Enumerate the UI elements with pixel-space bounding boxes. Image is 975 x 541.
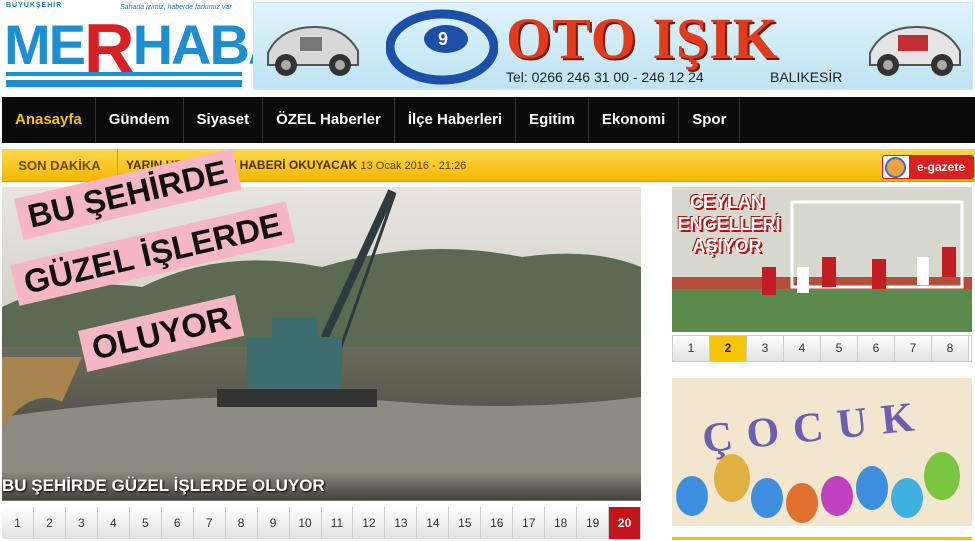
divider (672, 537, 972, 540)
main-navigation: Anasayfa Gündem Siyaset ÖZEL Haberler İlçe H… (2, 97, 975, 143)
page-button[interactable]: 16 (481, 507, 514, 539)
side-overlay-line: CEYLAN (689, 192, 764, 212)
egazete-button[interactable]: e-gazete (882, 155, 974, 179)
nav-item-5[interactable]: Egitim (516, 97, 589, 143)
page-button[interactable]: 3 (65, 507, 98, 539)
page-button[interactable]: 5 (821, 336, 858, 361)
nav-item-6[interactable]: Ekonomi (589, 97, 680, 143)
nav-item-1[interactable]: Gündem (96, 97, 184, 143)
page-button[interactable]: 17 (513, 507, 546, 539)
page-button[interactable]: 10 (289, 507, 322, 539)
nav-item-4[interactable]: İlçe Haberleri (395, 97, 517, 143)
side-overlay-line: AŞIYOR (692, 236, 762, 256)
brand-swirl-icon: 9 (386, 9, 498, 85)
site-logo[interactable]: BÜYÜKŞEHİR Sahada izimiz, haberde farkım… (2, 2, 288, 90)
svg-text:9: 9 (438, 29, 448, 49)
page-button[interactable]: 2 (710, 336, 747, 361)
cocuk-banner[interactable]: ÇOCUK (672, 378, 972, 526)
page-button[interactable]: 1 (2, 507, 34, 539)
breaking-news-date: 13 Ocak 2016 - 21:26 (360, 160, 467, 172)
page-button[interactable]: 20 (609, 507, 642, 539)
logo-wordmark: MERHABA (4, 9, 288, 87)
car-engine-illustration (869, 25, 961, 76)
egazete-mascot-icon (885, 157, 906, 178)
page-button[interactable]: 2 (33, 507, 66, 539)
page-button[interactable]: 14 (417, 507, 450, 539)
side-slider-pagination: 12345678 (672, 335, 972, 362)
side-slider-image[interactable]: CEYLAN ENGELLERİ AŞIYOR (672, 187, 972, 332)
nav-item-2[interactable]: Siyaset (184, 97, 264, 143)
page-button[interactable]: 8 (225, 507, 258, 539)
page-button[interactable]: 7 (895, 336, 932, 361)
logo-stripe (6, 72, 242, 76)
side-overlay-line: ENGELLERİ (677, 214, 781, 234)
nav-item-7[interactable]: Spor (679, 97, 741, 143)
logo-stripe (6, 80, 242, 87)
breaking-news-label: SON DAKİKA (2, 149, 118, 182)
page-button[interactable]: 4 (97, 507, 130, 539)
page-button[interactable]: 15 (449, 507, 482, 539)
headline-caption[interactable]: BU ŞEHİRDE GÜZEL İŞLERDE OLUYOR (2, 471, 641, 501)
page-button[interactable]: 1 (673, 336, 710, 361)
nav-item-3[interactable]: ÖZEL Haberler (263, 97, 395, 143)
page-button[interactable]: 7 (193, 507, 226, 539)
children-hands-illustration: ÇOCUK (672, 378, 972, 526)
page-button[interactable]: 12 (353, 507, 386, 539)
page-button[interactable]: 13 (385, 507, 418, 539)
page-button[interactable]: 9 (257, 507, 290, 539)
page-button[interactable]: 11 (321, 507, 354, 539)
nav-item-0[interactable]: Anasayfa (2, 97, 96, 143)
page-button[interactable]: 4 (784, 336, 821, 361)
ad-banner[interactable]: 9 OTO IŞIK Tel: 0266 246 31 00 - 246 12 … (253, 2, 973, 90)
page-button[interactable]: 5 (129, 507, 162, 539)
banner-phone: Tel: 0266 246 31 00 - 246 12 24 (506, 69, 704, 85)
car-engine-illustration (267, 25, 359, 76)
page-button[interactable]: 19 (577, 507, 610, 539)
headline-pagination: 1 2 3 4 5 6 7 8 9 10 11 12 13 14 15 16 17 18 19 20 (2, 507, 642, 539)
page-button[interactable]: 6 (161, 507, 194, 539)
page-button[interactable]: 6 (858, 336, 895, 361)
banner-city: BALIKESİR (770, 69, 843, 85)
banner-brand: OTO IŞIK (506, 6, 779, 71)
page-button[interactable]: 18 (545, 507, 578, 539)
page-button[interactable]: 8 (932, 336, 969, 361)
page-button[interactable]: 3 (747, 336, 784, 361)
egazete-label: e-gazete (909, 156, 973, 178)
